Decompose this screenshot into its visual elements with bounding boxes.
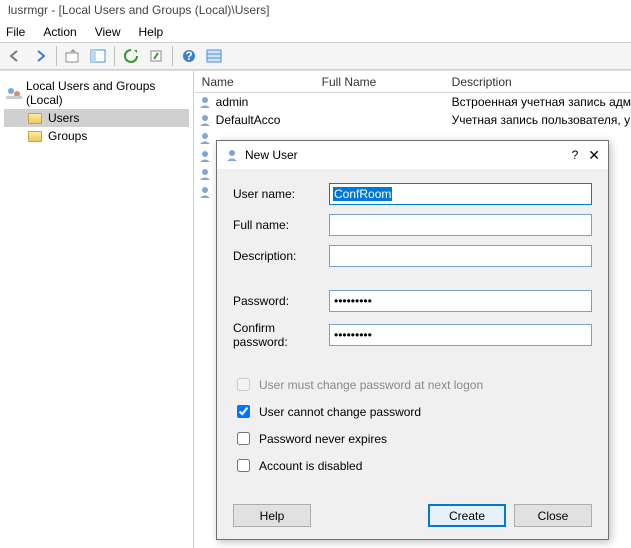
fullname-label: Full name: — [233, 218, 329, 232]
check-cannot-change-label: User cannot change password — [259, 405, 421, 419]
folder-icon — [28, 131, 42, 142]
table-row[interactable]: DefaultAcco Учетная запись пользователя, … — [194, 111, 631, 129]
menu-help[interactable]: Help — [139, 25, 164, 39]
view-detail-button[interactable] — [203, 45, 225, 67]
show-hide-button[interactable] — [87, 45, 109, 67]
toolbar-sep — [114, 46, 115, 66]
check-never-expires[interactable]: Password never expires — [233, 429, 592, 448]
col-fullname[interactable]: Full Name — [314, 75, 444, 89]
new-user-dialog: New User ? ✕ User name: ConfRoom Full na… — [216, 140, 609, 540]
user-icon — [198, 167, 212, 181]
dialog-close-button[interactable]: ✕ — [588, 147, 600, 164]
nav-tree: Local Users and Groups (Local) Users Gro… — [0, 71, 194, 548]
menubar: File Action View Help — [0, 22, 631, 42]
username-label: User name: — [233, 187, 329, 201]
check-cannot-change-box[interactable] — [237, 405, 250, 418]
description-field[interactable] — [329, 245, 592, 267]
col-name[interactable]: Name — [194, 75, 314, 89]
help-button[interactable]: ? — [178, 45, 200, 67]
table-row[interactable]: admin Встроенная учетная запись адм — [194, 93, 631, 111]
check-never-expires-box[interactable] — [237, 432, 250, 445]
list-header: Name Full Name Description — [194, 71, 631, 93]
dialog-titlebar: New User ? ✕ — [217, 141, 608, 169]
check-cannot-change[interactable]: User cannot change password — [233, 402, 592, 421]
username-field[interactable]: ConfRoom — [329, 183, 592, 205]
user-icon — [198, 131, 212, 145]
tree-users-label: Users — [48, 111, 79, 125]
check-never-expires-label: Password never expires — [259, 432, 387, 446]
window-title: lusrmgr - [Local Users and Groups (Local… — [0, 0, 631, 22]
dialog-body: User name: ConfRoom Full name: Descripti… — [217, 169, 608, 493]
tree-root[interactable]: Local Users and Groups (Local) — [4, 77, 189, 109]
check-disabled-label: Account is disabled — [259, 459, 362, 473]
check-must-change-label: User must change password at next logon — [259, 378, 483, 392]
user-icon — [198, 185, 212, 199]
row-name: DefaultAcco — [216, 113, 281, 127]
user-icon — [198, 149, 212, 163]
svg-text:?: ? — [185, 49, 192, 63]
folder-icon — [28, 113, 42, 124]
dialog-title: New User — [245, 148, 298, 162]
menu-view[interactable]: View — [95, 25, 121, 39]
groups-mgr-icon — [6, 86, 22, 100]
toolbar: ? — [0, 42, 631, 70]
description-label: Description: — [233, 249, 329, 263]
menu-file[interactable]: File — [6, 25, 25, 39]
confirm-password-field[interactable] — [329, 324, 592, 346]
tree-groups[interactable]: Groups — [4, 127, 189, 145]
check-must-change-box — [237, 378, 250, 391]
user-icon — [198, 95, 212, 109]
user-icon — [198, 113, 212, 127]
export-button[interactable] — [145, 45, 167, 67]
check-must-change: User must change password at next logon — [233, 375, 592, 394]
dialog-help-button[interactable]: ? — [572, 148, 579, 162]
tree-root-label: Local Users and Groups (Local) — [26, 79, 187, 107]
check-disabled[interactable]: Account is disabled — [233, 456, 592, 475]
password-field[interactable] — [329, 290, 592, 312]
username-value: ConfRoom — [333, 187, 392, 201]
fullname-field[interactable] — [329, 214, 592, 236]
close-button[interactable]: Close — [514, 504, 592, 527]
row-name: admin — [216, 95, 249, 109]
confirm-label: Confirm password: — [233, 321, 329, 349]
back-button[interactable] — [4, 45, 26, 67]
create-button[interactable]: Create — [428, 504, 506, 527]
tree-groups-label: Groups — [48, 129, 87, 143]
menu-action[interactable]: Action — [43, 25, 76, 39]
check-disabled-box[interactable] — [237, 459, 250, 472]
row-desc: Встроенная учетная запись адм — [444, 95, 631, 109]
toolbar-sep — [56, 46, 57, 66]
up-button[interactable] — [62, 45, 84, 67]
dialog-buttons: Help Create Close — [233, 504, 592, 527]
col-description[interactable]: Description — [444, 75, 631, 89]
toolbar-sep — [172, 46, 173, 66]
refresh-button[interactable] — [120, 45, 142, 67]
row-desc: Учетная запись пользователя, у — [444, 113, 631, 127]
password-label: Password: — [233, 294, 329, 308]
user-icon — [225, 148, 239, 162]
forward-button[interactable] — [29, 45, 51, 67]
help-button[interactable]: Help — [233, 504, 311, 527]
tree-users[interactable]: Users — [4, 109, 189, 127]
